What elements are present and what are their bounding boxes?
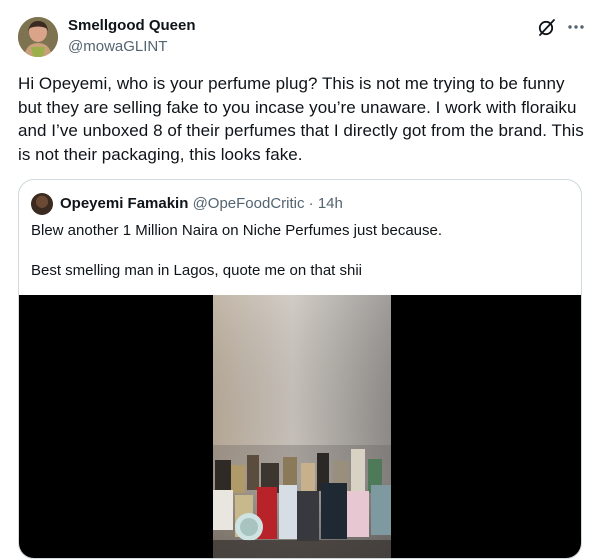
quote-author-name[interactable]: Opeyemi Famakin	[60, 195, 188, 212]
quote-timestamp[interactable]: 14h	[318, 195, 343, 212]
quoted-tweet[interactable]: Opeyemi Famakin @OpeFoodCritic · 14h Ble…	[18, 179, 582, 559]
more-icon[interactable]	[566, 17, 586, 37]
quote-text-line-1: Blew another 1 Million Naira on Niche Pe…	[31, 222, 443, 239]
author-avatar[interactable]	[18, 17, 58, 57]
video-frame	[213, 295, 391, 558]
author-handle[interactable]: @mowaGLINT	[68, 38, 167, 55]
quote-separator: ·	[304, 195, 318, 212]
quote-header: Opeyemi Famakin @OpeFoodCritic · 14h	[60, 195, 343, 212]
quote-author-avatar	[31, 193, 53, 215]
grok-icon[interactable]	[537, 17, 557, 37]
author-name[interactable]: Smellgood Queen	[68, 17, 196, 34]
quote-text-line-2: Best smelling man in Lagos, quote me on …	[31, 262, 363, 279]
quote-video[interactable]	[19, 295, 581, 558]
quote-author-handle[interactable]: @OpeFoodCritic	[193, 195, 305, 212]
tweet-text: Hi Opeyemi, who is your perfume plug? Th…	[18, 74, 584, 164]
